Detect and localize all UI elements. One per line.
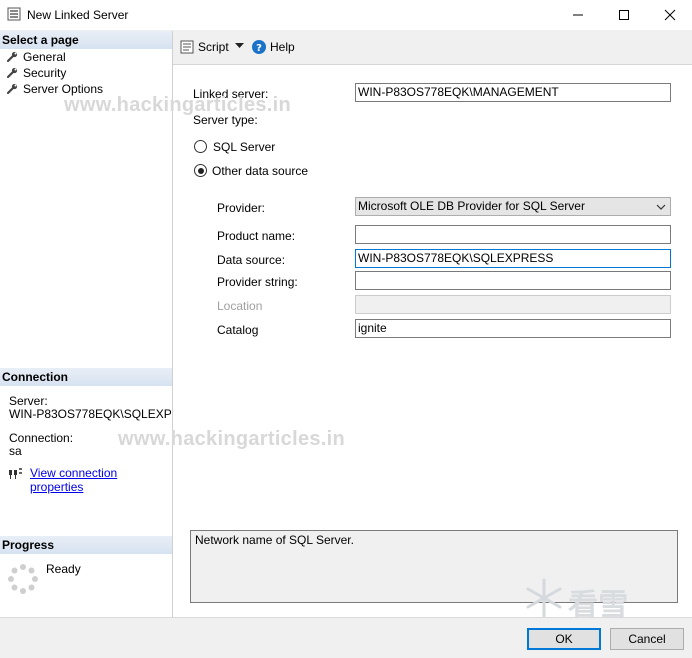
data-source-input[interactable]: WIN-P83OS778EQK\SQLEXPRESS (355, 249, 671, 268)
watermark-text: www.hackingarticles.in (64, 94, 292, 116)
progress-header: Progress (0, 536, 172, 554)
snowflake-logo-icon (526, 578, 562, 618)
corner-watermark-text: 看雪 (568, 589, 629, 622)
view-connection-properties-link[interactable]: View connection properties (30, 466, 172, 494)
wrench-icon (6, 83, 18, 95)
select-page-header: Select a page (0, 31, 172, 49)
other-data-source-radio-label: Other data source (212, 164, 309, 178)
window-title: New Linked Server (27, 8, 129, 22)
watermark-text: www.hackingarticles.in (118, 428, 346, 450)
description-text: Network name of SQL Server. (195, 533, 354, 547)
script-button[interactable]: Script (180, 39, 229, 55)
page-item-label: General (23, 50, 66, 64)
connection-properties-icon (9, 468, 22, 479)
provider-label: Provider: (217, 201, 266, 215)
provider-dropdown[interactable]: Microsoft OLE DB Provider for SQL Server (355, 197, 671, 216)
connection-header: Connection (0, 368, 172, 386)
provider-string-input[interactable] (355, 271, 671, 290)
cancel-button[interactable]: Cancel (610, 628, 684, 650)
minimize-icon (573, 14, 583, 16)
app-icon (7, 7, 21, 21)
help-button[interactable]: ? Help (252, 39, 295, 55)
ok-button[interactable]: OK (527, 628, 601, 650)
chevron-down-icon[interactable] (235, 43, 244, 49)
left-pane: Select a page General Security Server Op… (0, 31, 173, 617)
catalog-label: Catalog (217, 323, 259, 337)
help-icon: ? (252, 40, 266, 54)
page-item-security[interactable]: Security (6, 65, 66, 81)
title-bar: New Linked Server (0, 0, 692, 30)
page-item-label: Security (23, 66, 67, 80)
wrench-icon (6, 67, 18, 79)
svg-text:?: ? (256, 43, 262, 54)
connection-value: sa (9, 444, 22, 458)
page-item-general[interactable]: General (6, 49, 66, 65)
radio-selected-dot (197, 167, 204, 174)
help-label: Help (270, 40, 295, 54)
location-label: Location (217, 299, 263, 313)
chevron-down-icon (656, 204, 666, 210)
progress-spinner-icon (8, 564, 38, 594)
data-source-label: Data source: (217, 253, 286, 267)
wrench-icon (6, 51, 18, 63)
server-value: WIN-P83OS778EQK\SQLEXPRE (9, 407, 171, 421)
script-icon (180, 40, 194, 54)
progress-status: Ready (46, 562, 81, 576)
catalog-input[interactable]: ignite (355, 319, 671, 338)
minimize-button[interactable] (555, 0, 601, 30)
product-name-label: Product name: (217, 229, 296, 243)
close-icon (664, 9, 676, 21)
maximize-button[interactable] (601, 0, 647, 30)
provider-selected-value: Microsoft OLE DB Provider for SQL Server (358, 199, 585, 213)
linked-server-input[interactable]: WIN-P83OS778EQK\MANAGEMENT (355, 83, 671, 102)
sql-server-radio[interactable] (194, 140, 207, 153)
connection-label: Connection: (9, 431, 74, 445)
script-label: Script (198, 40, 229, 54)
provider-string-label: Provider string: (217, 275, 298, 289)
server-label: Server: (9, 394, 48, 408)
sql-server-radio-label: SQL Server (213, 140, 276, 154)
product-name-input[interactable] (355, 225, 671, 244)
location-input (355, 295, 671, 314)
maximize-icon (619, 10, 629, 20)
close-button[interactable] (647, 0, 692, 30)
other-data-source-radio[interactable] (194, 164, 207, 177)
toolbar: Script ? Help (173, 31, 692, 63)
